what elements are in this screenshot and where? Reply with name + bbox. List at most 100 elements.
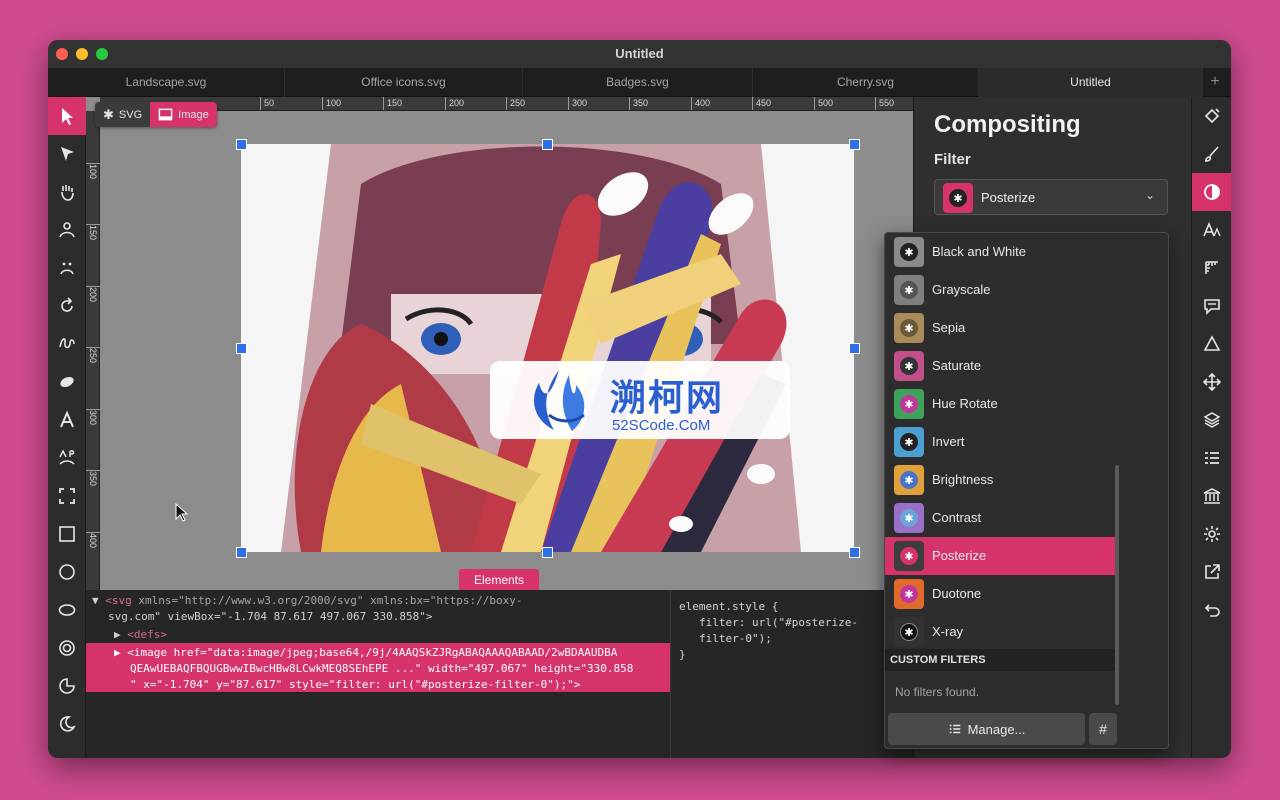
geometry-panel-button[interactable] [1192,249,1231,287]
ruler-tick: 200 [86,286,100,326]
style-selector: element.style { [679,600,779,613]
code-line-defs[interactable]: ▶ <defs> [114,628,167,641]
layers-panel-button[interactable] [1192,401,1231,439]
invert-thumb-icon: ✱ [894,427,924,457]
ruler-tick: 350 [629,97,648,110]
text-path-tool[interactable] [48,439,86,477]
rect-tool[interactable] [48,515,86,553]
filter-option-brightness[interactable]: ✱ Brightness [885,461,1115,499]
stroke-panel-button[interactable] [1192,135,1231,173]
filter-option-grayscale[interactable]: ✱ Grayscale [885,271,1115,309]
fill-panel-button[interactable] [1192,97,1231,135]
svg-mode-button[interactable]: ✱ SVG [95,102,150,127]
filter-option-posterize[interactable]: ✱ Posterize [885,537,1115,575]
filter-option-duotone[interactable]: ✱ Duotone [885,575,1115,613]
right-toolbar [1191,97,1231,758]
comments-panel-button[interactable] [1192,287,1231,325]
filter-option-saturate[interactable]: ✱ Saturate [885,347,1115,385]
hash-button[interactable]: # [1089,713,1117,745]
blob-icon [60,376,74,388]
tab-landscape[interactable]: Landscape.svg [48,68,285,97]
hue-rotate-thumb-icon: ✱ [894,389,924,419]
posterized-photo[interactable] [241,144,854,552]
crescent-tool[interactable] [48,705,86,743]
ruler-tick: 150 [86,224,100,264]
library-panel-button[interactable] [1192,477,1231,515]
duotone-thumb-icon: ✱ [894,579,924,609]
manage-label: Manage... [967,721,1026,737]
resize-handle-tr[interactable] [849,139,860,150]
ruler-tick: 50 [260,97,274,110]
filter-option-invert[interactable]: ✱ Invert [885,423,1115,461]
undo-panel-button[interactable] [1192,591,1231,629]
filter-option-label: Contrast [932,510,982,525]
arrange-panel-button[interactable] [1192,363,1231,401]
tab-untitled[interactable]: Untitled [979,68,1203,97]
text-a-icon [60,410,74,428]
image-mode-button[interactable]: Image [150,102,217,127]
new-tab-button[interactable]: + [1203,68,1227,97]
rotate-icon [61,297,73,312]
person-tool[interactable] [48,211,86,249]
resize-handle-r[interactable] [849,343,860,354]
brightness-thumb-icon: ✱ [894,465,924,495]
compositing-panel-button[interactable] [1192,173,1231,211]
crop-tool[interactable] [48,477,86,515]
blob-tool[interactable] [48,363,86,401]
face-tool[interactable] [48,249,86,287]
transform-tool[interactable] [48,97,86,135]
filter-option-sepia[interactable]: ✱ Sepia [885,309,1115,347]
resize-handle-br[interactable] [849,547,860,558]
pie-tool[interactable] [48,667,86,705]
elements-code-pane[interactable]: ▼ <svg xmlns="http://www.w3.org/2000/svg… [86,590,670,758]
tab-office-icons[interactable]: Office icons.svg [285,68,523,97]
filter-option-label: Sepia [932,320,966,335]
rotate-tool[interactable] [48,287,86,325]
tab-badges[interactable]: Badges.svg [523,68,753,97]
elements-panel-button[interactable] [1192,439,1231,477]
canvas-area[interactable]: 50 100 150 200 250 300 350 400 450 500 5… [86,97,913,590]
pan-tool[interactable] [48,173,86,211]
ring-tool[interactable] [48,629,86,667]
photo-illustration [241,144,854,552]
resize-handle-t[interactable] [542,139,553,150]
elements-tab[interactable]: Elements [459,569,539,591]
asterisk-icon: ✱ [103,106,114,122]
ellipse-tool[interactable] [48,591,86,629]
resize-handle-tl[interactable] [236,139,247,150]
edit-tool[interactable] [48,135,86,173]
filter-option-contrast[interactable]: ✱ Contrast [885,499,1115,537]
typography-panel-button[interactable] [1192,211,1231,249]
filter-select[interactable]: ✱ Posterize ⌄ [934,179,1168,215]
style-pane[interactable]: element.style { filter: url("#posterize-… [670,590,913,758]
export-panel-button[interactable] [1192,553,1231,591]
style-property[interactable]: filter: url("#posterize- [699,616,858,629]
layers-icon [1203,412,1221,428]
horizontal-ruler[interactable]: 50 100 150 200 250 300 350 400 450 500 5… [100,97,913,111]
freehand-tool[interactable] [48,325,86,363]
filter-option-hue-rotate[interactable]: ✱ Hue Rotate [885,385,1115,423]
list-icon [949,724,960,734]
no-filters-message: No filters found. [895,685,980,699]
settings-panel-button[interactable] [1192,515,1231,553]
filter-option-black-and-white[interactable]: ✱ Black and White [885,233,1115,271]
text-tool[interactable] [48,401,86,439]
left-toolbar [48,97,86,758]
dropdown-scrollbar[interactable] [1115,465,1119,705]
face-icon [60,262,74,275]
vertical-ruler[interactable]: 100 150 200 250 300 350 400 [86,111,100,590]
resize-handle-bl[interactable] [236,547,247,558]
code-line-svg[interactable]: ▼ <svg xmlns="http://www.w3.org/2000/svg… [92,594,522,607]
resize-handle-l[interactable] [236,343,247,354]
image-icon [158,108,173,121]
shapes-panel-button[interactable] [1192,325,1231,363]
manage-filters-button[interactable]: Manage... [888,713,1085,745]
filter-option-x-ray[interactable]: ✱ X-ray [885,613,1115,651]
chevron-down-icon: ⌄ [1144,188,1155,202]
tab-cherry[interactable]: Cherry.svg [753,68,979,97]
watermark-subtitle: 52SCode.CoM [612,417,711,434]
posterize-thumb-icon: ✱ [894,541,924,571]
circle-tool[interactable] [48,553,86,591]
watermark-logo: 溯柯网 52SCode.CoM [490,361,790,439]
resize-handle-b[interactable] [542,547,553,558]
